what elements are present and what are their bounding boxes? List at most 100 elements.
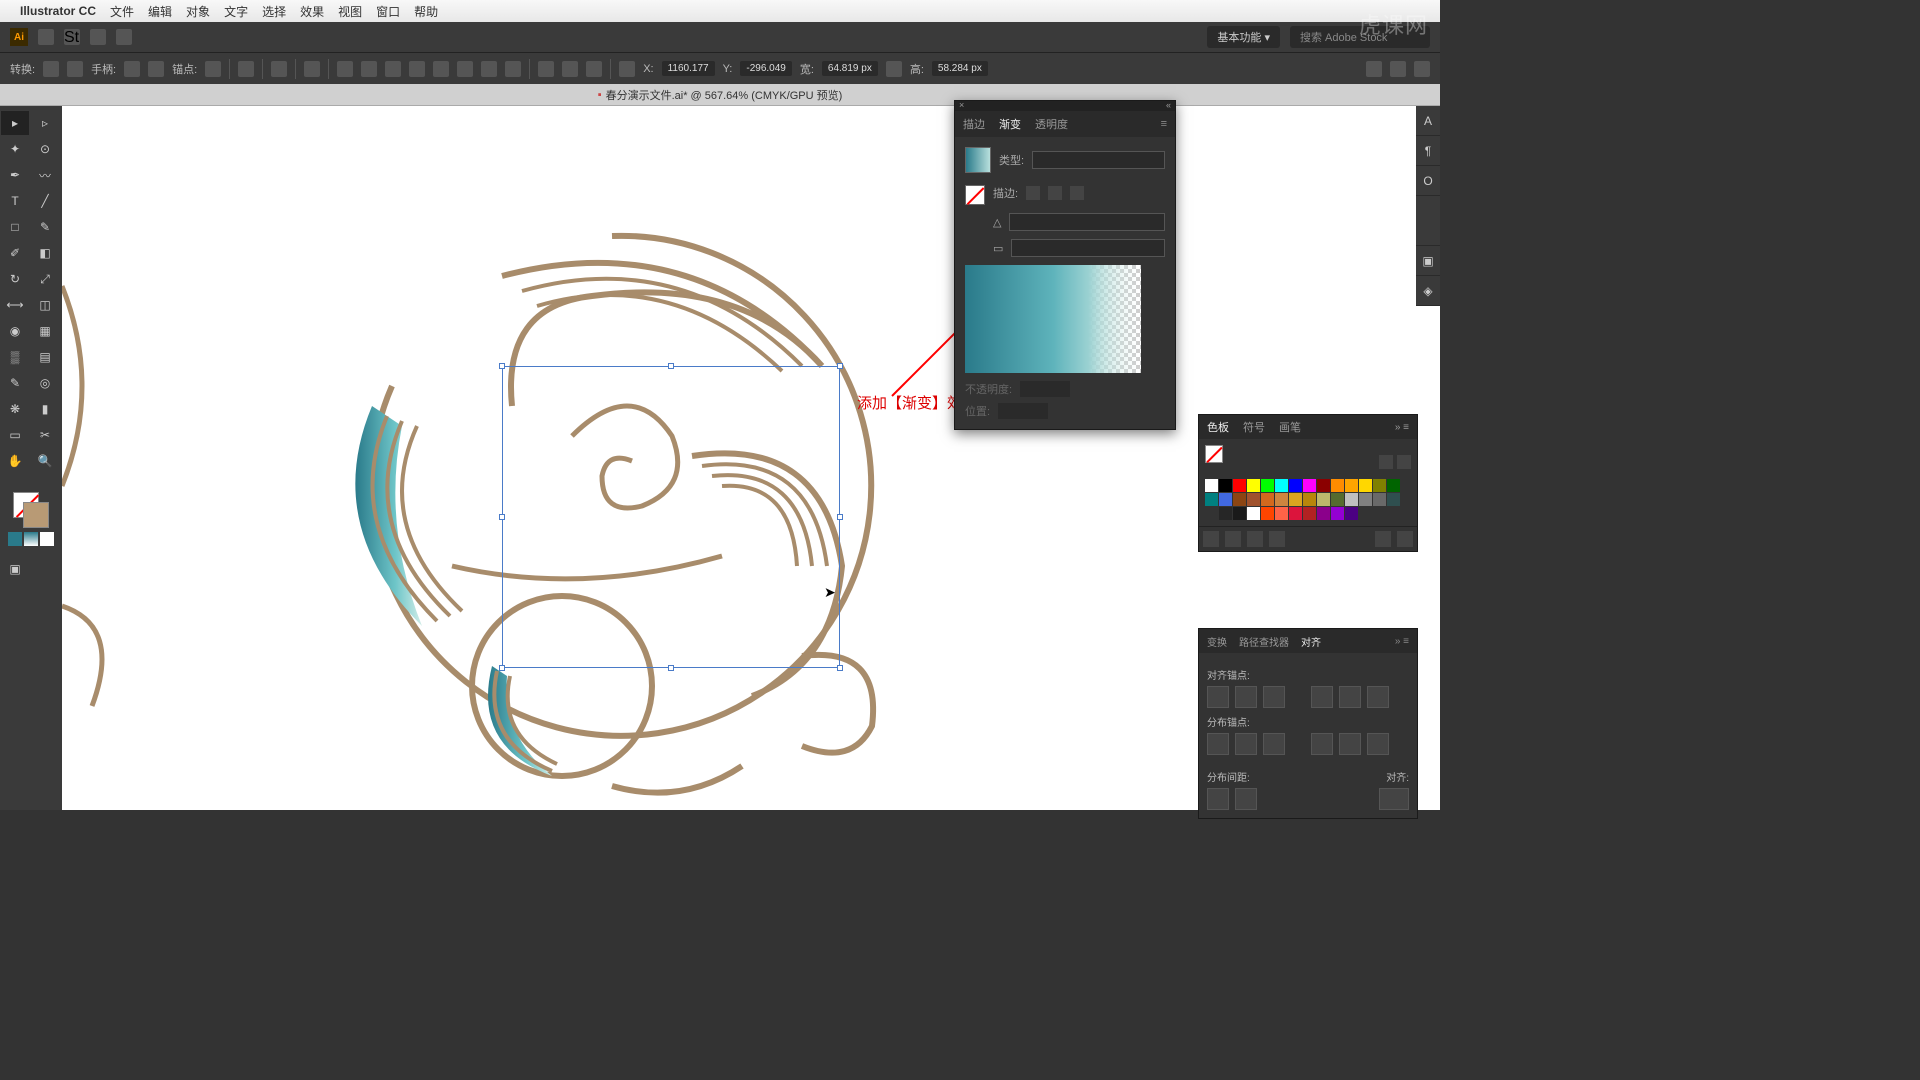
- dist-vcenter-btn[interactable]: [1235, 733, 1257, 755]
- dist-right-btn[interactable]: [1367, 733, 1389, 755]
- handle-top-mid[interactable]: [668, 363, 674, 369]
- stroke-opt2-icon[interactable]: [1048, 186, 1062, 200]
- tab-swatches[interactable]: 色板: [1207, 419, 1229, 435]
- stroke-opt1-icon[interactable]: [1026, 186, 1040, 200]
- align-right-btn[interactable]: [1263, 686, 1285, 708]
- para-panel-icon[interactable]: ¶: [1416, 136, 1440, 166]
- document-tab[interactable]: ▪ 春分演示文件.ai* @ 567.64% (CMYK/GPU 预览): [0, 84, 1440, 106]
- menu-select[interactable]: 选择: [262, 3, 286, 20]
- swatch-color[interactable]: [1275, 493, 1288, 506]
- arrange-icon[interactable]: [90, 29, 106, 45]
- dist-left-btn[interactable]: [1311, 733, 1333, 755]
- convert-anchor-icon[interactable]: [43, 61, 59, 77]
- align-vcenter-btn[interactable]: [1339, 686, 1361, 708]
- swatch-color[interactable]: [1247, 479, 1260, 492]
- vdist1-icon[interactable]: [538, 61, 554, 77]
- tab-transparency[interactable]: 透明度: [1035, 116, 1068, 132]
- opentype-panel-icon[interactable]: O: [1416, 166, 1440, 196]
- vdist3-icon[interactable]: [586, 61, 602, 77]
- swatch-color[interactable]: [1205, 479, 1218, 492]
- swatch-color[interactable]: [1275, 479, 1288, 492]
- align-hcenter-icon[interactable]: [361, 61, 377, 77]
- search-input[interactable]: 搜索 Adobe Stock: [1290, 26, 1430, 48]
- align-panel[interactable]: 变换 路径查找器 对齐 » ≡ 对齐锚点: 分布锚点: 分布间距:: [1198, 628, 1418, 819]
- width-tool[interactable]: ⟷: [1, 293, 29, 317]
- swatch-color[interactable]: [1331, 493, 1344, 506]
- remove-anchor-icon[interactable]: [205, 61, 221, 77]
- swatch-color[interactable]: [1303, 493, 1316, 506]
- handle-icon[interactable]: [124, 61, 140, 77]
- list-view-icon[interactable]: [1379, 455, 1393, 469]
- tab-transform[interactable]: 变换: [1207, 634, 1227, 649]
- shape-builder-tool[interactable]: ◉: [1, 319, 29, 343]
- handle-bot-left[interactable]: [499, 665, 505, 671]
- swatch-color[interactable]: [1261, 507, 1274, 520]
- dist-hcenter-btn[interactable]: [1339, 733, 1361, 755]
- fill-stroke-swatch[interactable]: [13, 492, 49, 528]
- collapse-icon[interactable]: «: [1166, 100, 1171, 110]
- swatch-color[interactable]: [1261, 479, 1274, 492]
- line-tool[interactable]: ╱: [31, 189, 59, 213]
- rotate-tool[interactable]: ↻: [1, 267, 29, 291]
- pen-tool[interactable]: ✒: [1, 163, 29, 187]
- swatch-color[interactable]: [1317, 507, 1330, 520]
- shaper-tool[interactable]: ✐: [1, 241, 29, 265]
- handle-top-left[interactable]: [499, 363, 505, 369]
- handle-top-right[interactable]: [837, 363, 843, 369]
- bridge-icon[interactable]: [38, 29, 54, 45]
- menu-file[interactable]: 文件: [110, 3, 134, 20]
- gpu-icon[interactable]: [116, 29, 132, 45]
- swatch-color[interactable]: [1247, 507, 1260, 520]
- char-panel-icon[interactable]: A: [1416, 106, 1440, 136]
- tab-brushes[interactable]: 画笔: [1279, 419, 1301, 435]
- dist-bottom-btn[interactable]: [1263, 733, 1285, 755]
- workspace-switcher[interactable]: 基本功能 ▾: [1207, 26, 1280, 48]
- direct-selection-tool[interactable]: ▹: [31, 111, 59, 135]
- magic-wand-tool[interactable]: ✦: [1, 137, 29, 161]
- gradient-panel[interactable]: ×« 描边 渐变 透明度 ≡ 类型: 描边: △ ▭: [954, 100, 1176, 430]
- dist-h-icon[interactable]: [481, 61, 497, 77]
- align-hcenter-btn[interactable]: [1235, 686, 1257, 708]
- blend-tool[interactable]: ◎: [31, 371, 59, 395]
- location-field[interactable]: [998, 403, 1048, 419]
- stock-icon[interactable]: St: [64, 29, 80, 45]
- paintbrush-tool[interactable]: ✎: [31, 215, 59, 239]
- app-name[interactable]: Illustrator CC: [20, 4, 96, 18]
- column-graph-tool[interactable]: ▮: [31, 397, 59, 421]
- w-value[interactable]: 64.819 px: [822, 61, 878, 76]
- screen-mode-tool[interactable]: ▣: [1, 557, 29, 581]
- isolate-icon[interactable]: [271, 61, 287, 77]
- align-left-btn[interactable]: [1207, 686, 1229, 708]
- gradient-mode-icon[interactable]: [24, 532, 38, 546]
- swatch-color[interactable]: [1345, 479, 1358, 492]
- align-left-icon[interactable]: [337, 61, 353, 77]
- symbol-sprayer-tool[interactable]: ❋: [1, 397, 29, 421]
- swatch-color[interactable]: [1247, 493, 1260, 506]
- more-options-icon[interactable]: [1414, 61, 1430, 77]
- swatch-color[interactable]: [1219, 507, 1232, 520]
- swatch-color[interactable]: [1261, 493, 1274, 506]
- swatches-options-icon[interactable]: » ≡: [1395, 422, 1409, 433]
- grid-view-icon[interactable]: [1397, 455, 1411, 469]
- handle-bot-right[interactable]: [837, 665, 843, 671]
- align-vcenter-icon[interactable]: [433, 61, 449, 77]
- convert-smooth-icon[interactable]: [67, 61, 83, 77]
- asset-panel-icon[interactable]: ▣: [1416, 246, 1440, 276]
- x-value[interactable]: 1160.177: [662, 61, 715, 76]
- handle-mid-left[interactable]: [499, 514, 505, 520]
- zoom-tool[interactable]: 🔍: [31, 449, 59, 473]
- tab-pathfinder[interactable]: 路径查找器: [1239, 634, 1289, 649]
- swatch-color[interactable]: [1345, 507, 1358, 520]
- eraser-tool[interactable]: ◧: [31, 241, 59, 265]
- h-value[interactable]: 58.284 px: [932, 61, 988, 76]
- swatch-color[interactable]: [1233, 479, 1246, 492]
- gradient-tool-box[interactable]: ▤: [31, 345, 59, 369]
- eyedropper-tool[interactable]: ✎: [1, 371, 29, 395]
- handle-cut-icon[interactable]: [148, 61, 164, 77]
- align-to-dropdown[interactable]: [1379, 788, 1409, 810]
- swatch-color[interactable]: [1359, 493, 1372, 506]
- stroke-none-icon[interactable]: [965, 185, 985, 205]
- rectangle-tool[interactable]: □: [1, 215, 29, 239]
- menu-help[interactable]: 帮助: [414, 3, 438, 20]
- align-pixel-icon[interactable]: [304, 61, 320, 77]
